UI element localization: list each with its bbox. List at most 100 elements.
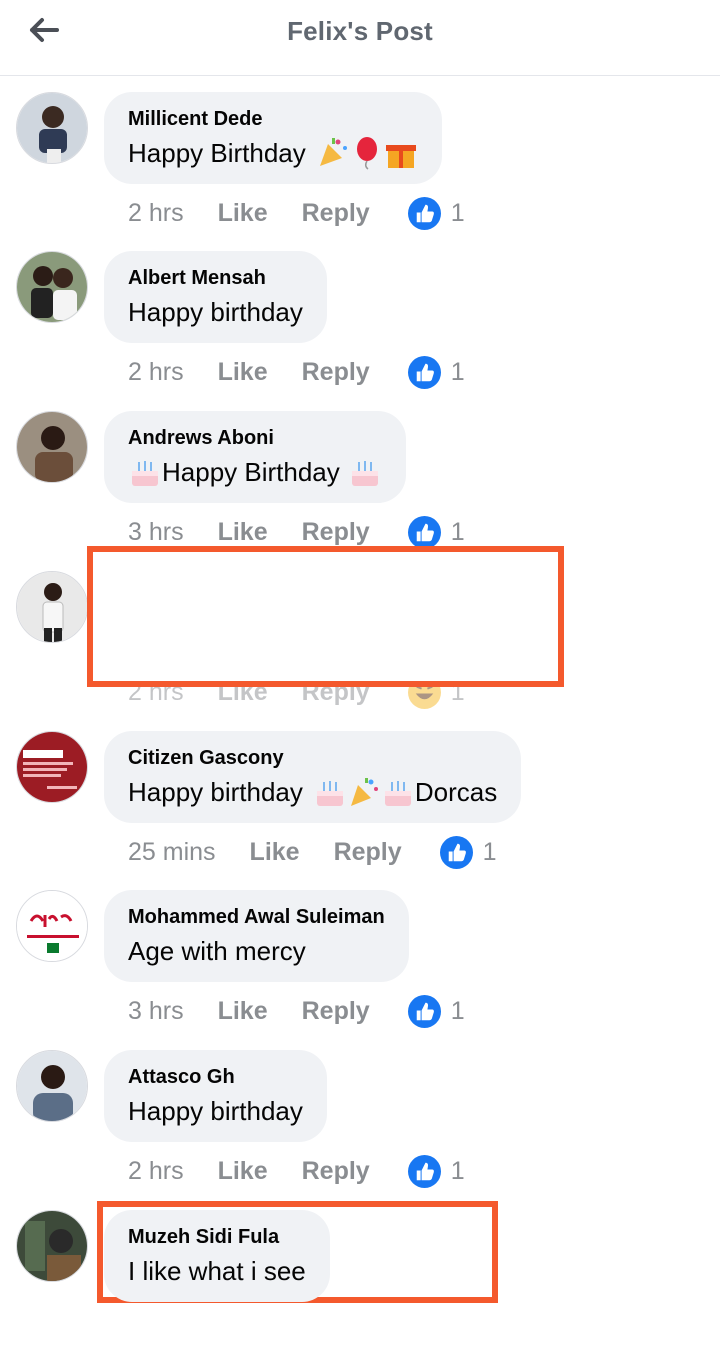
reply-button[interactable]: Reply <box>302 199 370 228</box>
timestamp: 3 hrs <box>128 996 184 1025</box>
reaction-count: 1 <box>450 357 465 386</box>
reply-button[interactable]: Reply <box>334 838 402 867</box>
comment-bubble[interactable]: Albert Mensah Happy birthday <box>104 251 327 343</box>
comment: Millicent Dede Happy Birthday 2 hrs Like… <box>0 92 720 252</box>
comment-text: Happy birthday <box>128 1093 303 1129</box>
like-reaction-icon <box>407 196 441 230</box>
reaction-summary[interactable]: 1 <box>407 196 465 230</box>
comment-actions: 2 hrs Like Reply 1 <box>128 195 465 231</box>
comment-author[interactable]: Attasco Gh <box>128 1065 303 1089</box>
comment: Muzeh Sidi Fula I like what i see <box>0 1210 720 1370</box>
like-button[interactable]: Like <box>250 838 300 867</box>
cake-emoji <box>316 781 343 806</box>
comment-actions: 2 hrs Like Reply 1 <box>128 1153 465 1189</box>
comment-text-suffix: Dorcas <box>414 777 498 807</box>
reaction-summary[interactable]: 1 <box>439 835 497 869</box>
cake-emoji <box>384 781 411 806</box>
cake-emoji <box>132 461 158 486</box>
comment-author[interactable]: Mohammed Awal Suleiman <box>128 905 385 929</box>
comment-author[interactable]: Muzeh Sidi Fula <box>128 1225 306 1249</box>
avatar[interactable] <box>16 92 88 164</box>
comment: Andrews Aboni Happy Birthday 3 hrs Like … <box>0 411 720 571</box>
like-button[interactable]: Like <box>218 1157 268 1186</box>
comment-bubble[interactable]: Millicent Dede Happy Birthday <box>104 92 442 184</box>
comment-actions: 3 hrs Like Reply 1 <box>128 993 465 1029</box>
avatar[interactable] <box>16 571 88 643</box>
timestamp: 2 hrs <box>128 1156 184 1185</box>
comment-bubble[interactable]: Mohammed Awal Suleiman Age with mercy <box>104 890 409 982</box>
like-button[interactable]: Like <box>218 199 268 228</box>
reaction-count: 1 <box>450 996 465 1025</box>
comment-bubble[interactable]: Andrews Aboni Happy Birthday <box>104 411 406 503</box>
comment-text: Age with mercy <box>128 933 385 969</box>
comment-text: Happy birthday <box>128 294 303 330</box>
comment-bubble[interactable]: Attasco Gh Happy birthday <box>104 1050 327 1142</box>
comment-text-content: Age with mercy <box>128 936 306 966</box>
comment-author[interactable]: Millicent Dede <box>128 107 418 131</box>
haha-reaction-icon <box>407 675 441 709</box>
avatar[interactable] <box>16 1050 88 1122</box>
avatar[interactable] <box>16 411 88 483</box>
reaction-count: 1 <box>482 837 497 866</box>
comment-actions: 2 hrs Like Reply 1 <box>128 674 465 710</box>
comment-text-content: I like what i see <box>128 1256 306 1286</box>
comment-author[interactable]: Andrews Aboni <box>128 426 382 450</box>
avatar[interactable] <box>16 251 88 323</box>
comment-actions: 2 hrs Like Reply 1 <box>128 354 465 390</box>
like-button[interactable]: Like <box>218 358 268 387</box>
reply-button[interactable]: Reply <box>302 518 370 547</box>
gift-emoji <box>385 145 416 168</box>
comment-text-content: Happy birthday <box>128 777 303 807</box>
comment-bubble[interactable]: Muzeh Sidi Fula I like what i see <box>104 1210 330 1302</box>
reply-button[interactable]: Reply <box>302 997 370 1026</box>
comment-text-content: Happy Birthday <box>162 457 340 487</box>
reaction-summary[interactable]: 1 <box>407 675 465 709</box>
timestamp: 3 hrs <box>128 517 184 546</box>
comment-actions: 25 mins Like Reply 1 <box>128 834 497 870</box>
party-popper-emoji <box>350 778 378 806</box>
comment-bubble[interactable]: Citizen Gascony Happy birthday Dorcas <box>104 731 522 823</box>
like-reaction-icon <box>407 994 441 1028</box>
reaction-summary[interactable]: 1 <box>407 994 465 1028</box>
comment: 2 hrs Like Reply 1 NK Fletcher Something… <box>0 571 720 731</box>
confetti-emoji <box>319 138 347 166</box>
comment-author[interactable]: Albert Mensah <box>128 266 303 290</box>
cake-emoji <box>351 461 378 486</box>
timestamp: 2 hrs <box>128 357 184 386</box>
like-reaction-icon <box>407 515 441 549</box>
reaction-count: 1 <box>450 517 465 546</box>
like-button[interactable]: Like <box>218 518 268 547</box>
avatar[interactable] <box>16 1210 88 1282</box>
avatar[interactable] <box>16 731 88 803</box>
reply-button[interactable]: Reply <box>302 1157 370 1186</box>
comment-text: Happy birthday Dorcas <box>128 774 497 810</box>
avatar[interactable] <box>16 890 88 962</box>
comment-text: Happy Birthday <box>128 454 382 490</box>
comment-bubble[interactable]: NK Fletcher Something must kill a man <box>104 571 457 663</box>
comment-text: Happy Birthday <box>128 135 418 171</box>
reaction-summary[interactable]: 1 <box>407 355 465 389</box>
comment-text: I like what i see <box>128 1253 306 1289</box>
comment: Mohammed Awal Suleiman Age with mercy 3 … <box>0 890 720 1050</box>
reply-button[interactable]: Reply <box>302 678 370 707</box>
comment: Albert Mensah Happy birthday 2 hrs Like … <box>0 251 720 411</box>
page-title: Felix's Post <box>287 16 433 46</box>
top-bar: Felix's Post <box>0 0 720 76</box>
reaction-summary[interactable]: 1 <box>407 1154 465 1188</box>
comment-text-content: Happy birthday <box>128 297 303 327</box>
reply-button[interactable]: Reply <box>302 358 370 387</box>
comment-author[interactable]: Citizen Gascony <box>128 746 497 770</box>
reaction-summary[interactable]: 1 <box>407 515 465 549</box>
balloon-emoji <box>356 137 377 170</box>
reaction-count: 1 <box>450 677 465 706</box>
like-button[interactable]: Like <box>218 997 268 1026</box>
like-reaction-icon <box>407 1154 441 1188</box>
comment-author[interactable]: NK Fletcher <box>128 586 433 610</box>
comment-actions: 3 hrs Like Reply 1 <box>128 514 465 550</box>
timestamp: 25 mins <box>128 837 216 866</box>
like-reaction-icon <box>439 835 473 869</box>
comment-text-content: Something must kill a man <box>128 617 433 647</box>
like-button[interactable]: Like <box>218 678 268 707</box>
comment-text-content: Happy birthday <box>128 1096 303 1126</box>
like-reaction-icon <box>407 355 441 389</box>
